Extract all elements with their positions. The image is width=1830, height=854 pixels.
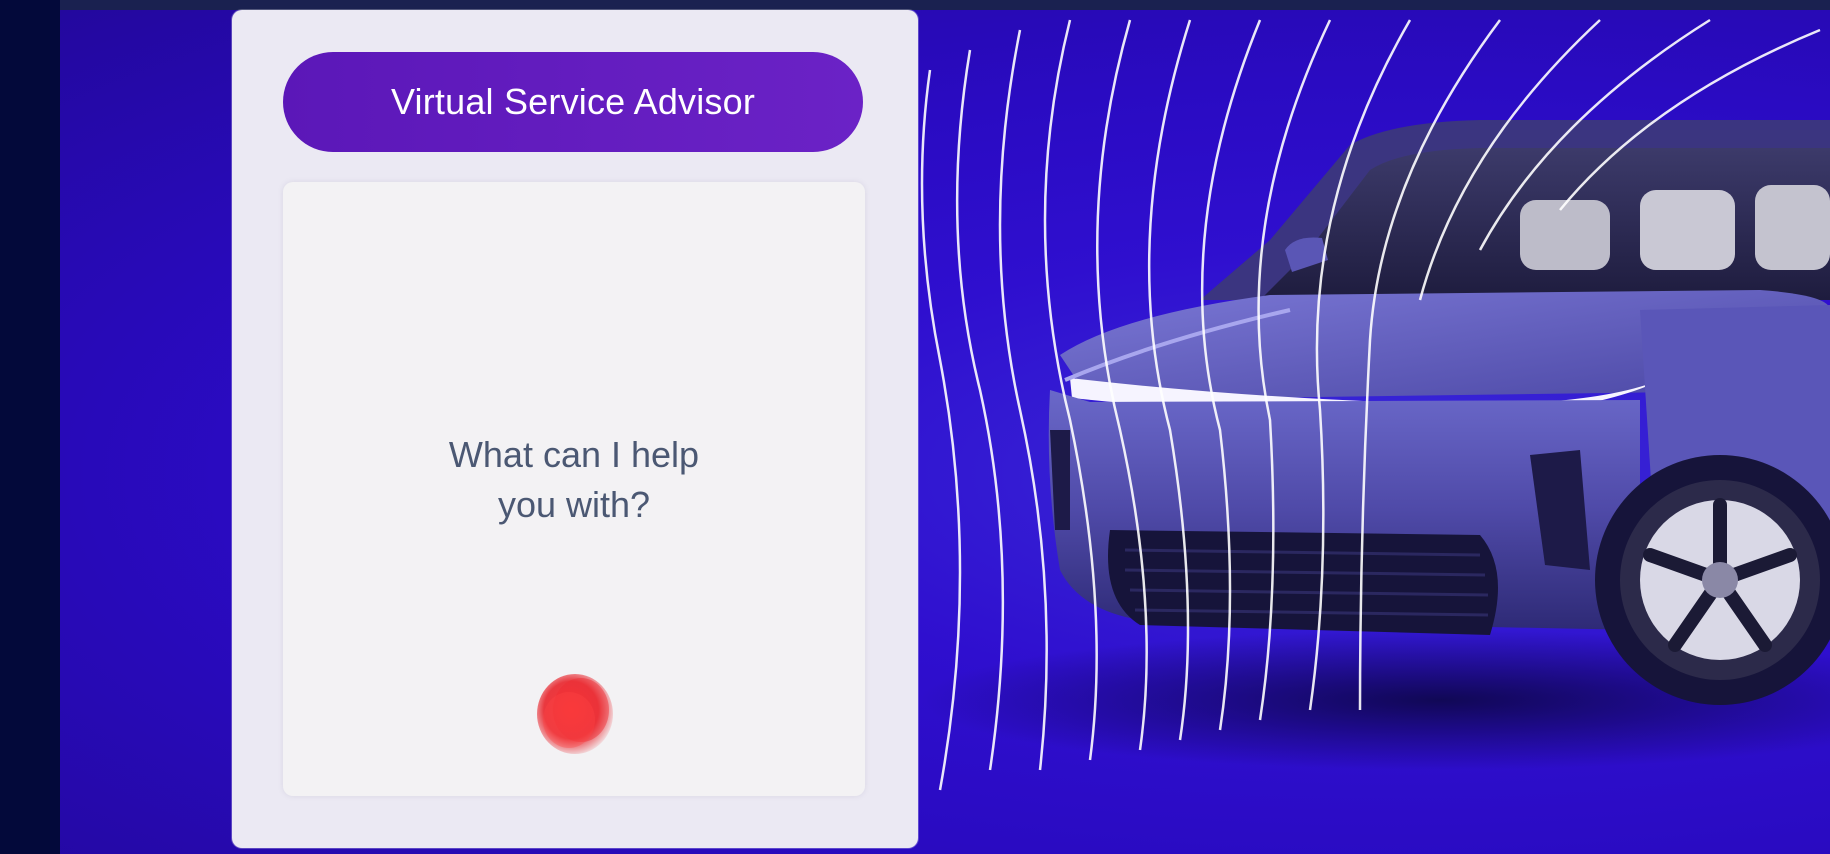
prompt-line-1: What can I help [448,434,700,475]
conversation-card[interactable]: What can I help you with? [283,182,865,796]
assistant-panel: Virtual Service Advisor What can I help … [232,10,918,848]
voice-orb-icon[interactable] [531,670,621,760]
app-window: Virtual Service Advisor What can I help … [0,0,1830,854]
app-title-banner: Virtual Service Advisor [283,52,863,152]
prompt-line-2: you with? [497,484,651,525]
left-edge [0,0,60,854]
top-edge [60,0,1830,10]
assistant-prompt: What can I help you with? [283,430,865,530]
